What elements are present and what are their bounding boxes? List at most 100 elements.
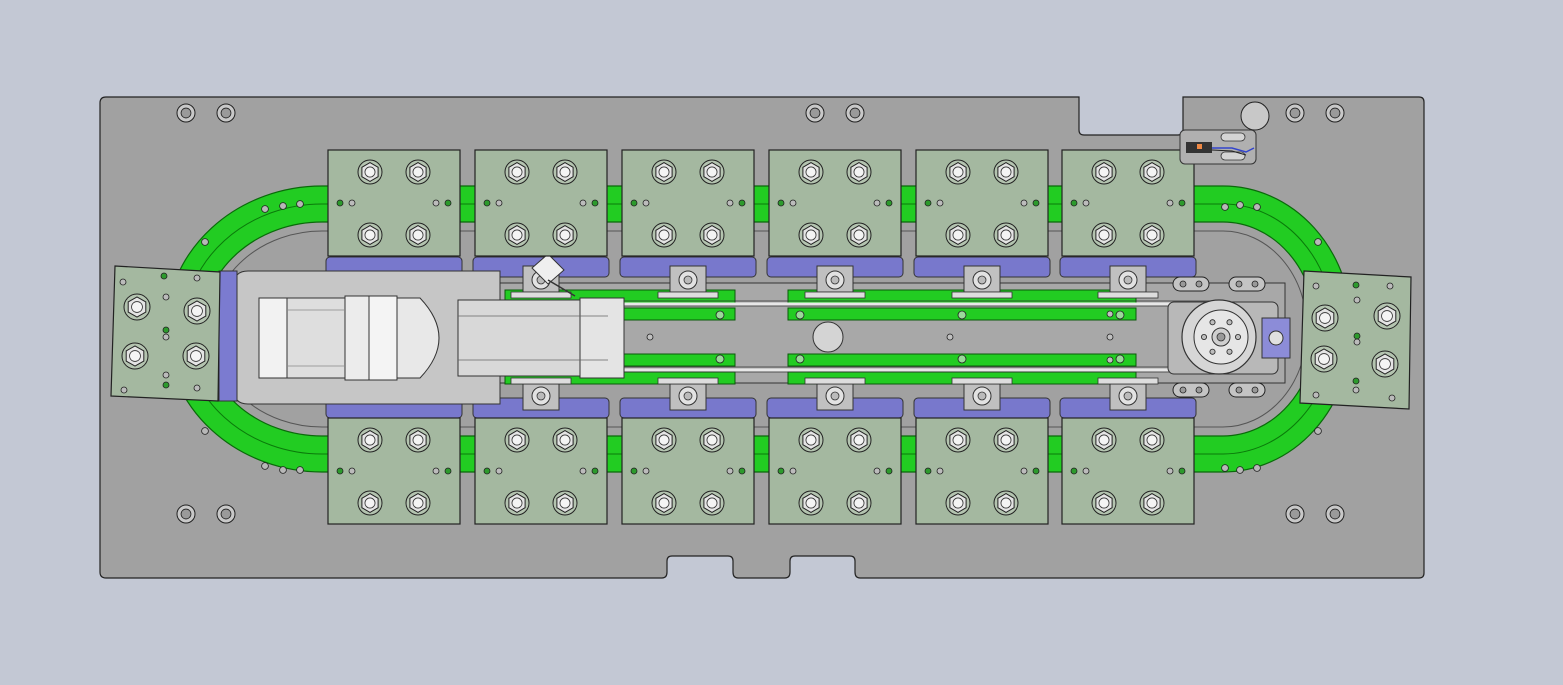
mounting-hole-bore	[1289, 107, 1301, 119]
end-block-hole	[1352, 386, 1360, 394]
carriage	[621, 417, 755, 525]
locating-pin	[483, 199, 491, 207]
small-hole	[1082, 199, 1090, 207]
pulley-bolt	[1226, 319, 1233, 326]
small-hole	[495, 199, 503, 207]
bolt-head	[364, 434, 376, 446]
locating-pin	[1032, 199, 1040, 207]
small-hole	[348, 199, 356, 207]
end-block-hole	[1312, 391, 1320, 399]
bolt-head	[658, 229, 670, 241]
end-block-hole	[1352, 377, 1360, 385]
slot-hole-end	[1195, 386, 1203, 394]
follower-plate	[951, 291, 1013, 299]
end-block-hole	[1353, 296, 1361, 304]
motor-band	[344, 295, 370, 381]
carriage-plate	[915, 149, 1049, 257]
locating-pin	[591, 199, 599, 207]
cad-viewport[interactable]	[0, 0, 1563, 685]
mounting-hole-bore	[849, 107, 861, 119]
carriage	[474, 149, 608, 257]
bolt-head	[952, 229, 964, 241]
bolt-head	[559, 229, 571, 241]
carriage	[1061, 149, 1195, 257]
slot-hole-end	[1179, 386, 1187, 394]
carriage	[768, 149, 902, 257]
carriage	[327, 149, 461, 257]
bolt-head	[1146, 497, 1158, 509]
small-hole	[1020, 467, 1028, 475]
guide-bar-screw	[795, 310, 805, 320]
small-hole	[432, 199, 440, 207]
small-hole	[789, 199, 797, 207]
guide-bar-screw	[957, 354, 967, 364]
mounting-hole-bore	[180, 107, 192, 119]
carriage	[474, 417, 608, 525]
bolt-head	[559, 166, 571, 178]
sensor-led	[1197, 144, 1202, 149]
bolt-head	[131, 301, 143, 313]
track-screw	[201, 238, 209, 246]
bolt-head	[364, 166, 376, 178]
carriage-plate	[474, 417, 608, 525]
follower-plate	[951, 377, 1013, 385]
carriage-plate	[1061, 417, 1195, 525]
small-hole	[579, 467, 587, 475]
guide-bar-screw	[957, 310, 967, 320]
end-block-hole	[1353, 332, 1361, 340]
carriage	[621, 149, 755, 257]
frame-hole	[946, 333, 954, 341]
locating-pin	[630, 199, 638, 207]
bolt-head	[1381, 310, 1393, 322]
mounting-hole-bore	[1329, 508, 1341, 520]
pulley-bracket-nut	[1268, 330, 1284, 346]
bolt-head	[805, 497, 817, 509]
pulley-bolt	[1226, 348, 1233, 355]
small-hole	[936, 199, 944, 207]
bolt-head	[1318, 353, 1330, 365]
locating-pin	[924, 467, 932, 475]
follower-pin	[1123, 275, 1133, 285]
locating-pin	[777, 467, 785, 475]
small-hole	[1082, 467, 1090, 475]
small-hole	[348, 467, 356, 475]
bolt-head	[364, 229, 376, 241]
end-block-hole	[162, 293, 170, 301]
end-block-hole	[193, 384, 201, 392]
bolt-head	[1146, 166, 1158, 178]
slot-hole-end	[1235, 386, 1243, 394]
mounting-hole-bore	[1289, 508, 1301, 520]
guide-bar-screw	[715, 354, 725, 364]
frame-hole	[646, 333, 654, 341]
track-screw	[1221, 464, 1229, 472]
slot-hole	[1228, 276, 1266, 292]
end-block-left	[110, 265, 221, 402]
bolt-head	[412, 229, 424, 241]
bolt-head	[1098, 434, 1110, 446]
follower-plate	[657, 291, 719, 299]
track-screw	[1253, 464, 1261, 472]
follower-pin	[1123, 391, 1133, 401]
bolt-head	[952, 166, 964, 178]
bolt-head	[805, 229, 817, 241]
pulley-bolt	[1209, 348, 1216, 355]
bolt-head	[1000, 434, 1012, 446]
mounting-hole-bore	[1329, 107, 1341, 119]
mounting-hole-bore	[809, 107, 821, 119]
bolt-head	[1146, 434, 1158, 446]
guide-bar-screw	[1115, 354, 1125, 364]
locating-pin	[444, 199, 452, 207]
follower-plate	[1097, 377, 1159, 385]
frame-hole	[1106, 356, 1114, 364]
carriage-plate	[1061, 149, 1195, 257]
bolt-head	[853, 434, 865, 446]
slot-hole-end	[1251, 386, 1259, 394]
bolt-head	[853, 229, 865, 241]
end-block-hole	[162, 381, 170, 389]
locating-pin	[1178, 467, 1186, 475]
locating-pin	[924, 199, 932, 207]
locating-pin	[336, 467, 344, 475]
locating-pin	[1032, 467, 1040, 475]
end-block-hole	[193, 274, 201, 282]
frame-hole	[1106, 310, 1114, 318]
